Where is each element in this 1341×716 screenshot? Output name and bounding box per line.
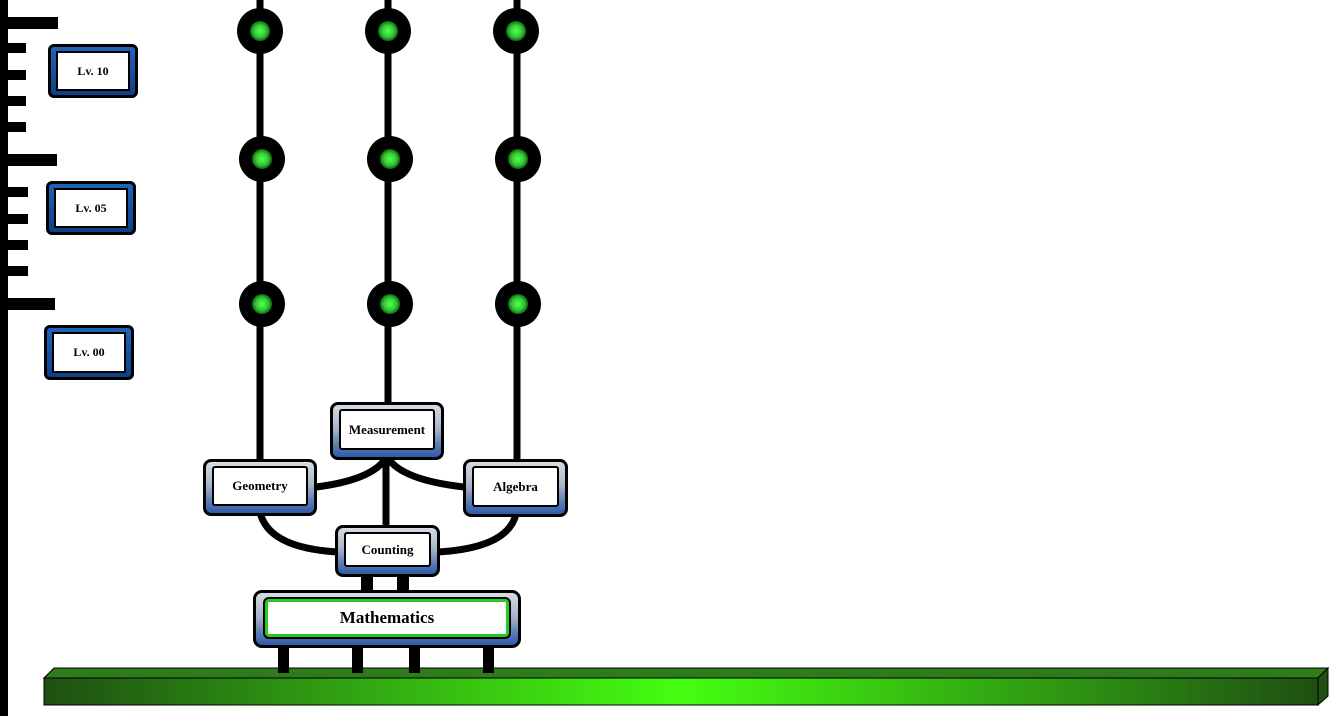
skill-mathematics-label: Mathematics [263,597,511,639]
progress-node-light[interactable] [380,149,400,169]
skill-geometry-label: Geometry [212,466,308,506]
skill-counting[interactable]: Counting [335,525,440,577]
skill-algebra[interactable]: Algebra [463,459,568,517]
skill-mathematics-root[interactable]: Mathematics [253,590,521,648]
progress-node-light[interactable] [250,21,270,41]
skill-measurement[interactable]: Measurement [330,402,444,460]
level-00-label: Lv. 00 [52,332,126,373]
ground-platform [42,666,1330,707]
skill-measurement-label: Measurement [339,409,435,450]
skill-counting-label: Counting [344,532,431,567]
progress-node-light[interactable] [506,21,526,41]
progress-node-light[interactable] [508,149,528,169]
level-05-badge: Lv. 05 [46,181,136,235]
progress-node-light[interactable] [380,294,400,314]
level-00-badge: Lv. 00 [44,325,134,380]
skill-tree-connections [0,0,1330,716]
progress-node-light[interactable] [378,21,398,41]
level-10-label: Lv. 10 [56,51,130,91]
progress-node-light[interactable] [252,149,272,169]
skill-tree: Lv. 10 Lv. 05 Lv. 00 Measurement Geometr… [0,0,1341,716]
skill-geometry[interactable]: Geometry [203,459,317,516]
progress-node-light[interactable] [508,294,528,314]
level-10-badge: Lv. 10 [48,44,138,98]
level-05-label: Lv. 05 [54,188,128,228]
progress-node-light[interactable] [252,294,272,314]
skill-algebra-label: Algebra [472,466,559,507]
